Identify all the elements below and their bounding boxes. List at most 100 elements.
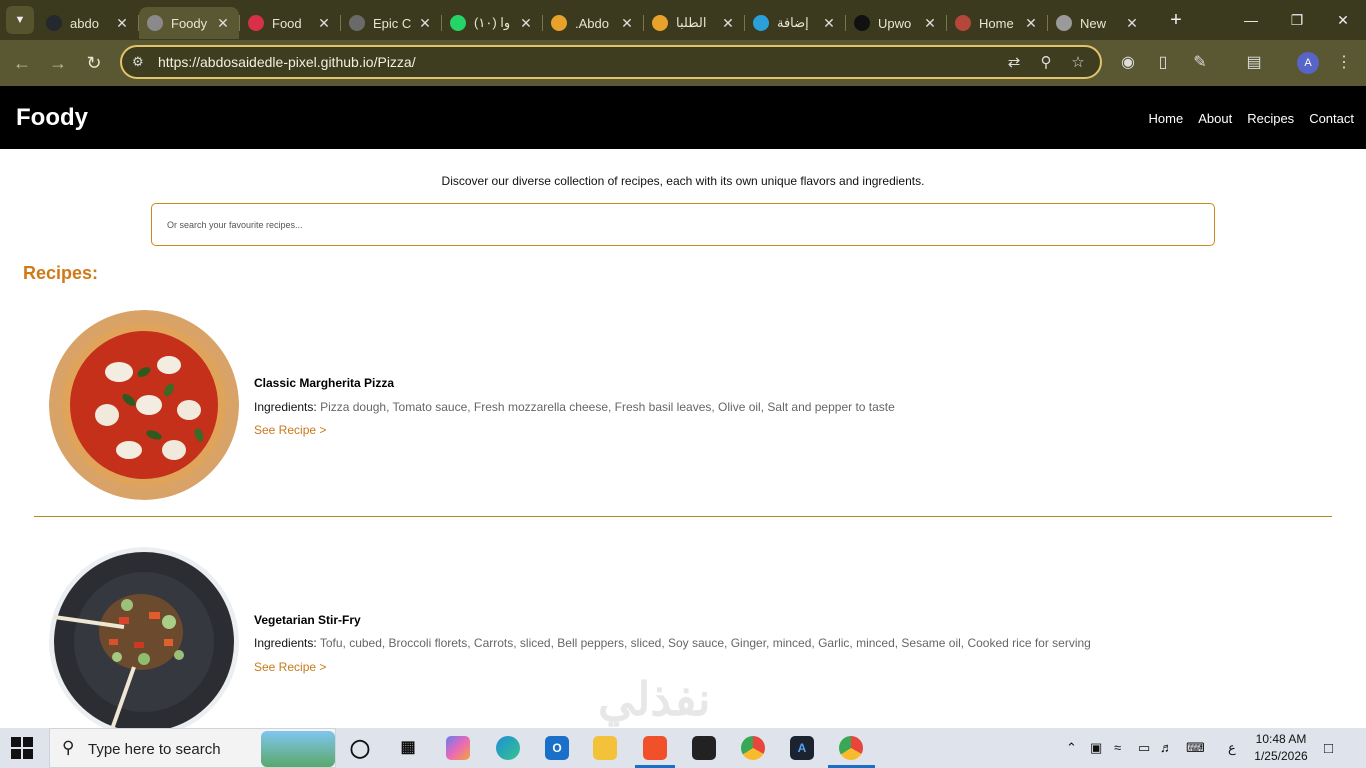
- brave-icon[interactable]: [643, 736, 667, 760]
- taskbar-search-placeholder: Type here to search: [88, 741, 221, 758]
- chrome-icon[interactable]: [741, 736, 765, 760]
- ingredients-list: Pizza dough, Tomato sauce, Fresh mozzare…: [320, 400, 895, 414]
- monitor-icon: [349, 15, 365, 31]
- close-tab-icon[interactable]: ✕: [821, 15, 837, 32]
- reading-list-icon[interactable]: ▤: [1243, 52, 1265, 74]
- chrome-profile-icon[interactable]: [839, 736, 863, 760]
- copilot-icon[interactable]: [446, 736, 470, 760]
- browser-toolbar: ← → ↻ ⚙ https://abdosaidedle-pixel.githu…: [0, 40, 1366, 86]
- tab-title: الطلبا: [676, 15, 707, 30]
- recipes-heading: Recipes:: [23, 263, 99, 283]
- browser-tab[interactable]: Epic C ✕: [341, 7, 441, 39]
- edge-icon[interactable]: [496, 736, 520, 760]
- close-tab-icon[interactable]: ✕: [417, 15, 433, 32]
- battery-icon[interactable]: ▭: [1138, 740, 1150, 756]
- outlook-icon[interactable]: O: [545, 736, 569, 760]
- new-tab-button[interactable]: +: [1164, 9, 1188, 32]
- capcut-icon[interactable]: [692, 736, 716, 760]
- task-view-icon[interactable]: ▦: [396, 736, 420, 760]
- ingredients-label: Ingredients:: [254, 636, 317, 650]
- recipe-title: Classic Margherita Pizza: [254, 376, 395, 390]
- bookmark-star-icon[interactable]: ☆: [1068, 53, 1088, 73]
- browser-tab[interactable]: abdo ✕: [38, 7, 138, 39]
- site-nav: Home About Recipes Contact: [1149, 111, 1354, 126]
- recipe-search-input[interactable]: [151, 203, 1215, 246]
- intro-text: Discover our diverse collection of recip…: [441, 174, 925, 188]
- meet-now-icon[interactable]: ▣: [1090, 740, 1102, 756]
- browser-tab[interactable]: Foody ✕: [139, 7, 239, 39]
- volume-icon[interactable]: ♬: [1160, 740, 1173, 755]
- forward-icon[interactable]: →: [46, 51, 70, 75]
- close-tab-icon[interactable]: ✕: [518, 15, 534, 32]
- cortana-icon[interactable]: ◯: [348, 736, 372, 760]
- extensions-icon[interactable]: ✎: [1189, 52, 1211, 74]
- nav-contact[interactable]: Contact: [1309, 111, 1354, 126]
- tab-title: abdo: [70, 15, 99, 31]
- tab-list: abdo ✕ Foody ✕ Food ✕ Epic C ✕ (١٠) وا ✕ .Abdo ✕ الط…: [38, 1, 1148, 39]
- close-tab-icon[interactable]: ✕: [215, 15, 231, 32]
- recipe-ingredients: Ingredients: Pizza dough, Tomato sauce, …: [254, 400, 895, 414]
- input-language[interactable]: ع: [1228, 740, 1236, 756]
- html5-icon: [551, 15, 567, 31]
- close-tab-icon[interactable]: ✕: [619, 15, 635, 32]
- tab-title: Home: [979, 15, 1014, 31]
- translate-icon[interactable]: ⇄: [1004, 53, 1024, 73]
- recipe-divider: [34, 516, 1332, 517]
- crab-icon: [955, 15, 971, 31]
- close-tab-icon[interactable]: ✕: [922, 15, 938, 32]
- windows-start-icon[interactable]: [10, 736, 34, 760]
- browser-tab[interactable]: Upwo ✕: [846, 7, 946, 39]
- browser-tab[interactable]: Home ✕: [947, 7, 1047, 39]
- close-tab-icon[interactable]: ✕: [1124, 15, 1140, 32]
- watermark-logo: نفذلي: [598, 673, 711, 725]
- close-tab-icon[interactable]: ✕: [316, 15, 332, 32]
- close-window-icon[interactable]: ✕: [1320, 0, 1366, 40]
- github-icon: [46, 15, 62, 31]
- restore-icon[interactable]: ❐: [1274, 0, 1320, 40]
- nav-recipes[interactable]: Recipes: [1247, 111, 1294, 126]
- ingredients-label: Ingredients:: [254, 400, 317, 414]
- url-text[interactable]: https://abdosaidedle-pixel.github.io/Piz…: [158, 54, 416, 70]
- close-tab-icon[interactable]: ✕: [114, 15, 130, 32]
- file-explorer-icon[interactable]: [593, 736, 617, 760]
- close-tab-icon[interactable]: ✕: [1023, 15, 1039, 32]
- site-logo[interactable]: Foody: [16, 104, 88, 132]
- profile-avatar[interactable]: A: [1297, 52, 1319, 74]
- whatsapp-icon: [450, 15, 466, 31]
- taskbar-search-box[interactable]: ⚲ Type here to search: [49, 728, 336, 768]
- see-recipe-link[interactable]: See Recipe >: [254, 423, 326, 437]
- zoom-icon[interactable]: ⚲: [1036, 53, 1056, 73]
- nav-home[interactable]: Home: [1149, 111, 1184, 126]
- tab-title: (١٠) وا: [474, 15, 511, 30]
- wifi-icon[interactable]: ≈: [1114, 740, 1121, 755]
- close-tab-icon[interactable]: ✕: [720, 15, 736, 32]
- browser-tab[interactable]: Food ✕: [240, 7, 340, 39]
- see-recipe-link[interactable]: See Recipe >: [254, 660, 326, 674]
- tab-title: Epic C: [373, 15, 412, 31]
- arc-app-icon[interactable]: A: [790, 736, 814, 760]
- device-icon[interactable]: ▯: [1152, 52, 1174, 74]
- tab-title: New: [1080, 15, 1107, 31]
- browser-tab[interactable]: الطلبا ✕: [644, 7, 744, 39]
- screenshot-icon[interactable]: ◉: [1117, 52, 1139, 74]
- site-header: Foody Home About Recipes Contact: [0, 86, 1366, 149]
- tab-title: Food: [272, 15, 302, 31]
- taskbar-clock[interactable]: 10:48 AM 1/25/2026: [1253, 731, 1309, 765]
- menu-kebab-icon[interactable]: ⋮: [1333, 52, 1355, 74]
- nav-about[interactable]: About: [1198, 111, 1232, 126]
- notifications-icon[interactable]: □: [1324, 740, 1333, 757]
- back-icon[interactable]: ←: [10, 51, 34, 75]
- tab-search-chevron-icon[interactable]: ▼: [6, 6, 34, 34]
- site-info-icon[interactable]: ⚙: [132, 54, 144, 70]
- pizza-image: [49, 310, 239, 500]
- browser-tab[interactable]: .Abdo ✕: [543, 7, 643, 39]
- minimize-icon[interactable]: —: [1228, 0, 1274, 40]
- keyboard-icon[interactable]: ⌨: [1186, 740, 1205, 756]
- browser-tab[interactable]: New ✕: [1048, 7, 1148, 39]
- reload-icon[interactable]: ↻: [82, 51, 106, 75]
- browser-tab[interactable]: (١٠) وا ✕: [442, 7, 542, 39]
- search-icon: ⚲: [62, 738, 75, 757]
- show-hidden-icons-chevron-icon[interactable]: ⌃: [1066, 740, 1077, 756]
- address-bar[interactable]: ⚙ https://abdosaidedle-pixel.github.io/P…: [120, 45, 1102, 79]
- browser-tab[interactable]: إضافة ✕: [745, 7, 845, 39]
